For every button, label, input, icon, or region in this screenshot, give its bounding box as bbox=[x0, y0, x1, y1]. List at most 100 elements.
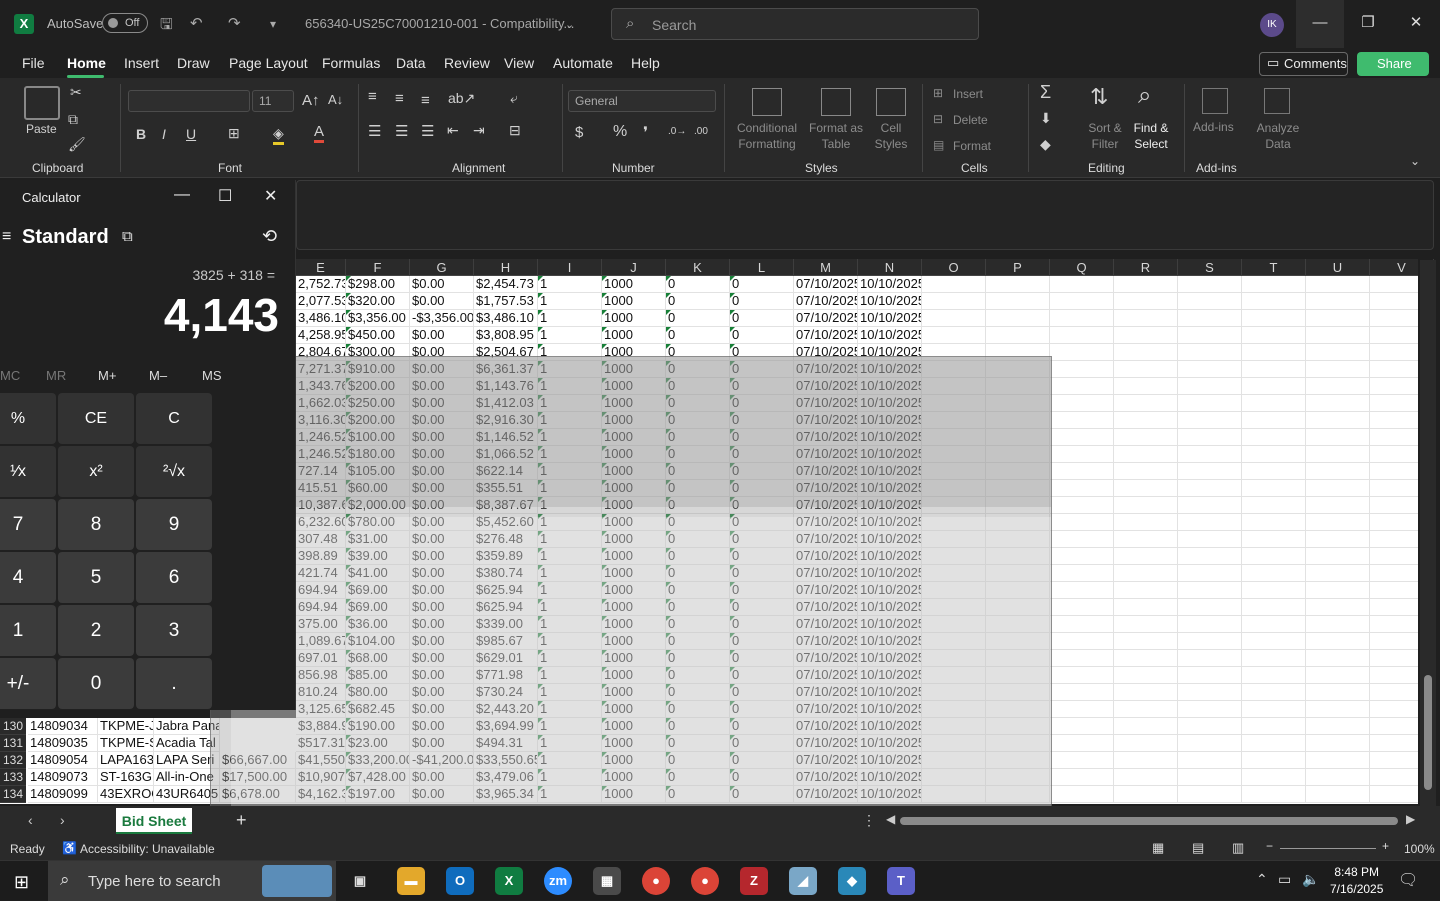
cell[interactable] bbox=[1306, 293, 1370, 310]
column-header-I[interactable]: I bbox=[538, 259, 602, 276]
cell[interactable]: 10/10/2025 bbox=[858, 310, 922, 327]
percent-icon[interactable]: % bbox=[613, 123, 627, 141]
cell[interactable] bbox=[1242, 667, 1306, 684]
cell[interactable]: 07/10/2025 bbox=[794, 327, 858, 344]
app-diamond-icon[interactable]: ◆ bbox=[838, 867, 866, 895]
cell-styles-button[interactable]: Cell Styles bbox=[866, 120, 916, 152]
cell[interactable]: 1000 bbox=[602, 327, 666, 344]
keep-on-top-icon[interactable]: ⧉ bbox=[122, 228, 133, 245]
autosum-icon[interactable]: Σ bbox=[1040, 82, 1051, 103]
column-header-R[interactable]: R bbox=[1114, 259, 1178, 276]
cell[interactable] bbox=[1306, 310, 1370, 327]
cell[interactable] bbox=[1050, 514, 1114, 531]
column-header-H[interactable]: H bbox=[474, 259, 538, 276]
cell[interactable] bbox=[1178, 599, 1242, 616]
normal-view-icon[interactable]: ▦ bbox=[1152, 840, 1164, 856]
cell[interactable] bbox=[1178, 786, 1242, 803]
cell[interactable] bbox=[1242, 497, 1306, 514]
cell[interactable] bbox=[1306, 429, 1370, 446]
column-header-K[interactable]: K bbox=[666, 259, 730, 276]
formula-bar[interactable] bbox=[296, 180, 1434, 250]
add-sheet-icon[interactable]: + bbox=[236, 810, 247, 831]
top-align-icon[interactable]: ≡ bbox=[368, 88, 377, 105]
scroll-left-icon[interactable]: ◀ bbox=[886, 812, 895, 826]
volume-icon[interactable]: 🔈 bbox=[1302, 871, 1319, 888]
bottom-align-icon[interactable]: ≡ bbox=[421, 92, 430, 109]
cell[interactable] bbox=[1242, 701, 1306, 718]
cell[interactable] bbox=[1114, 293, 1178, 310]
delete-cells-icon[interactable]: ⊟ bbox=[933, 112, 943, 126]
format-painter-icon[interactable]: 🖌 bbox=[68, 136, 86, 153]
cell[interactable] bbox=[986, 276, 1050, 293]
cell[interactable] bbox=[1178, 548, 1242, 565]
cell[interactable] bbox=[1114, 344, 1178, 361]
cell[interactable] bbox=[1370, 565, 1418, 582]
cell[interactable] bbox=[1242, 752, 1306, 769]
tab-review[interactable]: Review bbox=[444, 55, 490, 71]
calc-minimize-button[interactable]: — bbox=[174, 186, 190, 204]
wrap-text-icon[interactable]: ⤶ bbox=[510, 90, 518, 107]
cell[interactable] bbox=[1370, 667, 1418, 684]
cell[interactable] bbox=[1050, 327, 1114, 344]
history-icon[interactable]: ⟲ bbox=[262, 226, 277, 247]
cell[interactable] bbox=[1242, 310, 1306, 327]
cell[interactable] bbox=[1370, 361, 1418, 378]
cell[interactable] bbox=[1178, 667, 1242, 684]
windows-start-icon[interactable]: ⊞ bbox=[14, 872, 29, 893]
cell[interactable] bbox=[1178, 344, 1242, 361]
prev-sheet-icon[interactable]: ‹ bbox=[28, 812, 33, 828]
cell[interactable] bbox=[1242, 344, 1306, 361]
cell[interactable] bbox=[1306, 769, 1370, 786]
cell[interactable] bbox=[1050, 480, 1114, 497]
zoom-level[interactable]: 100% bbox=[1404, 842, 1435, 856]
cell[interactable] bbox=[1178, 497, 1242, 514]
cell[interactable] bbox=[1242, 514, 1306, 531]
cell[interactable]: $0.00 bbox=[410, 293, 474, 310]
key-nine-button[interactable]: 9 bbox=[136, 499, 212, 550]
cell[interactable] bbox=[1306, 395, 1370, 412]
cell[interactable] bbox=[922, 327, 986, 344]
cell[interactable] bbox=[1306, 548, 1370, 565]
cell[interactable]: -$3,356.00 bbox=[410, 310, 474, 327]
horizontal-scroll-thumb[interactable] bbox=[900, 817, 1398, 825]
cell[interactable] bbox=[1242, 276, 1306, 293]
sheet-tab-bid-sheet[interactable]: Bid Sheet bbox=[116, 808, 192, 834]
key-square-button[interactable]: x² bbox=[58, 446, 134, 497]
cell[interactable] bbox=[1242, 531, 1306, 548]
cell[interactable]: 0 bbox=[666, 293, 730, 310]
cell[interactable]: 1 bbox=[538, 327, 602, 344]
cell[interactable] bbox=[1114, 735, 1178, 752]
cell[interactable] bbox=[1114, 752, 1178, 769]
collapse-ribbon-icon[interactable]: ⌄ bbox=[1410, 154, 1420, 168]
key-clear-entry-button[interactable]: CE bbox=[58, 393, 134, 444]
cell[interactable] bbox=[1050, 412, 1114, 429]
accessibility-status[interactable]: Accessibility: Unavailable bbox=[80, 842, 215, 856]
key-five-button[interactable]: 5 bbox=[58, 552, 134, 603]
cell[interactable] bbox=[1050, 395, 1114, 412]
cell[interactable]: $0.00 bbox=[410, 327, 474, 344]
cell[interactable]: 0 bbox=[730, 276, 794, 293]
calc-maximize-button[interactable]: ☐ bbox=[218, 186, 232, 206]
cell[interactable] bbox=[1178, 531, 1242, 548]
cell[interactable] bbox=[1370, 327, 1418, 344]
clock[interactable]: 8:48 PM 7/16/2025 bbox=[1330, 864, 1383, 898]
teams-icon[interactable]: T bbox=[887, 867, 915, 895]
cell[interactable] bbox=[1370, 480, 1418, 497]
cell[interactable] bbox=[1114, 327, 1178, 344]
sort-filter-button[interactable]: Sort & Filter bbox=[1084, 120, 1126, 152]
document-title[interactable]: 656340-US25C70001210-001 - Compatibility… bbox=[305, 16, 574, 31]
cell[interactable] bbox=[1114, 718, 1178, 735]
cell[interactable] bbox=[1050, 786, 1114, 803]
cell[interactable] bbox=[1370, 582, 1418, 599]
cell[interactable] bbox=[1370, 395, 1418, 412]
column-header-O[interactable]: O bbox=[922, 259, 986, 276]
cell[interactable] bbox=[1178, 310, 1242, 327]
key-clear-button[interactable]: C bbox=[136, 393, 212, 444]
customize-toolbar-icon[interactable]: ▾ bbox=[270, 17, 276, 31]
cell[interactable] bbox=[1370, 276, 1418, 293]
cell[interactable]: $1,757.53 bbox=[474, 293, 538, 310]
tab-draw[interactable]: Draw bbox=[177, 55, 210, 71]
more-options-icon[interactable]: ⋮ bbox=[862, 812, 876, 829]
cell[interactable]: 2,077.53 bbox=[296, 293, 346, 310]
cell[interactable] bbox=[986, 310, 1050, 327]
